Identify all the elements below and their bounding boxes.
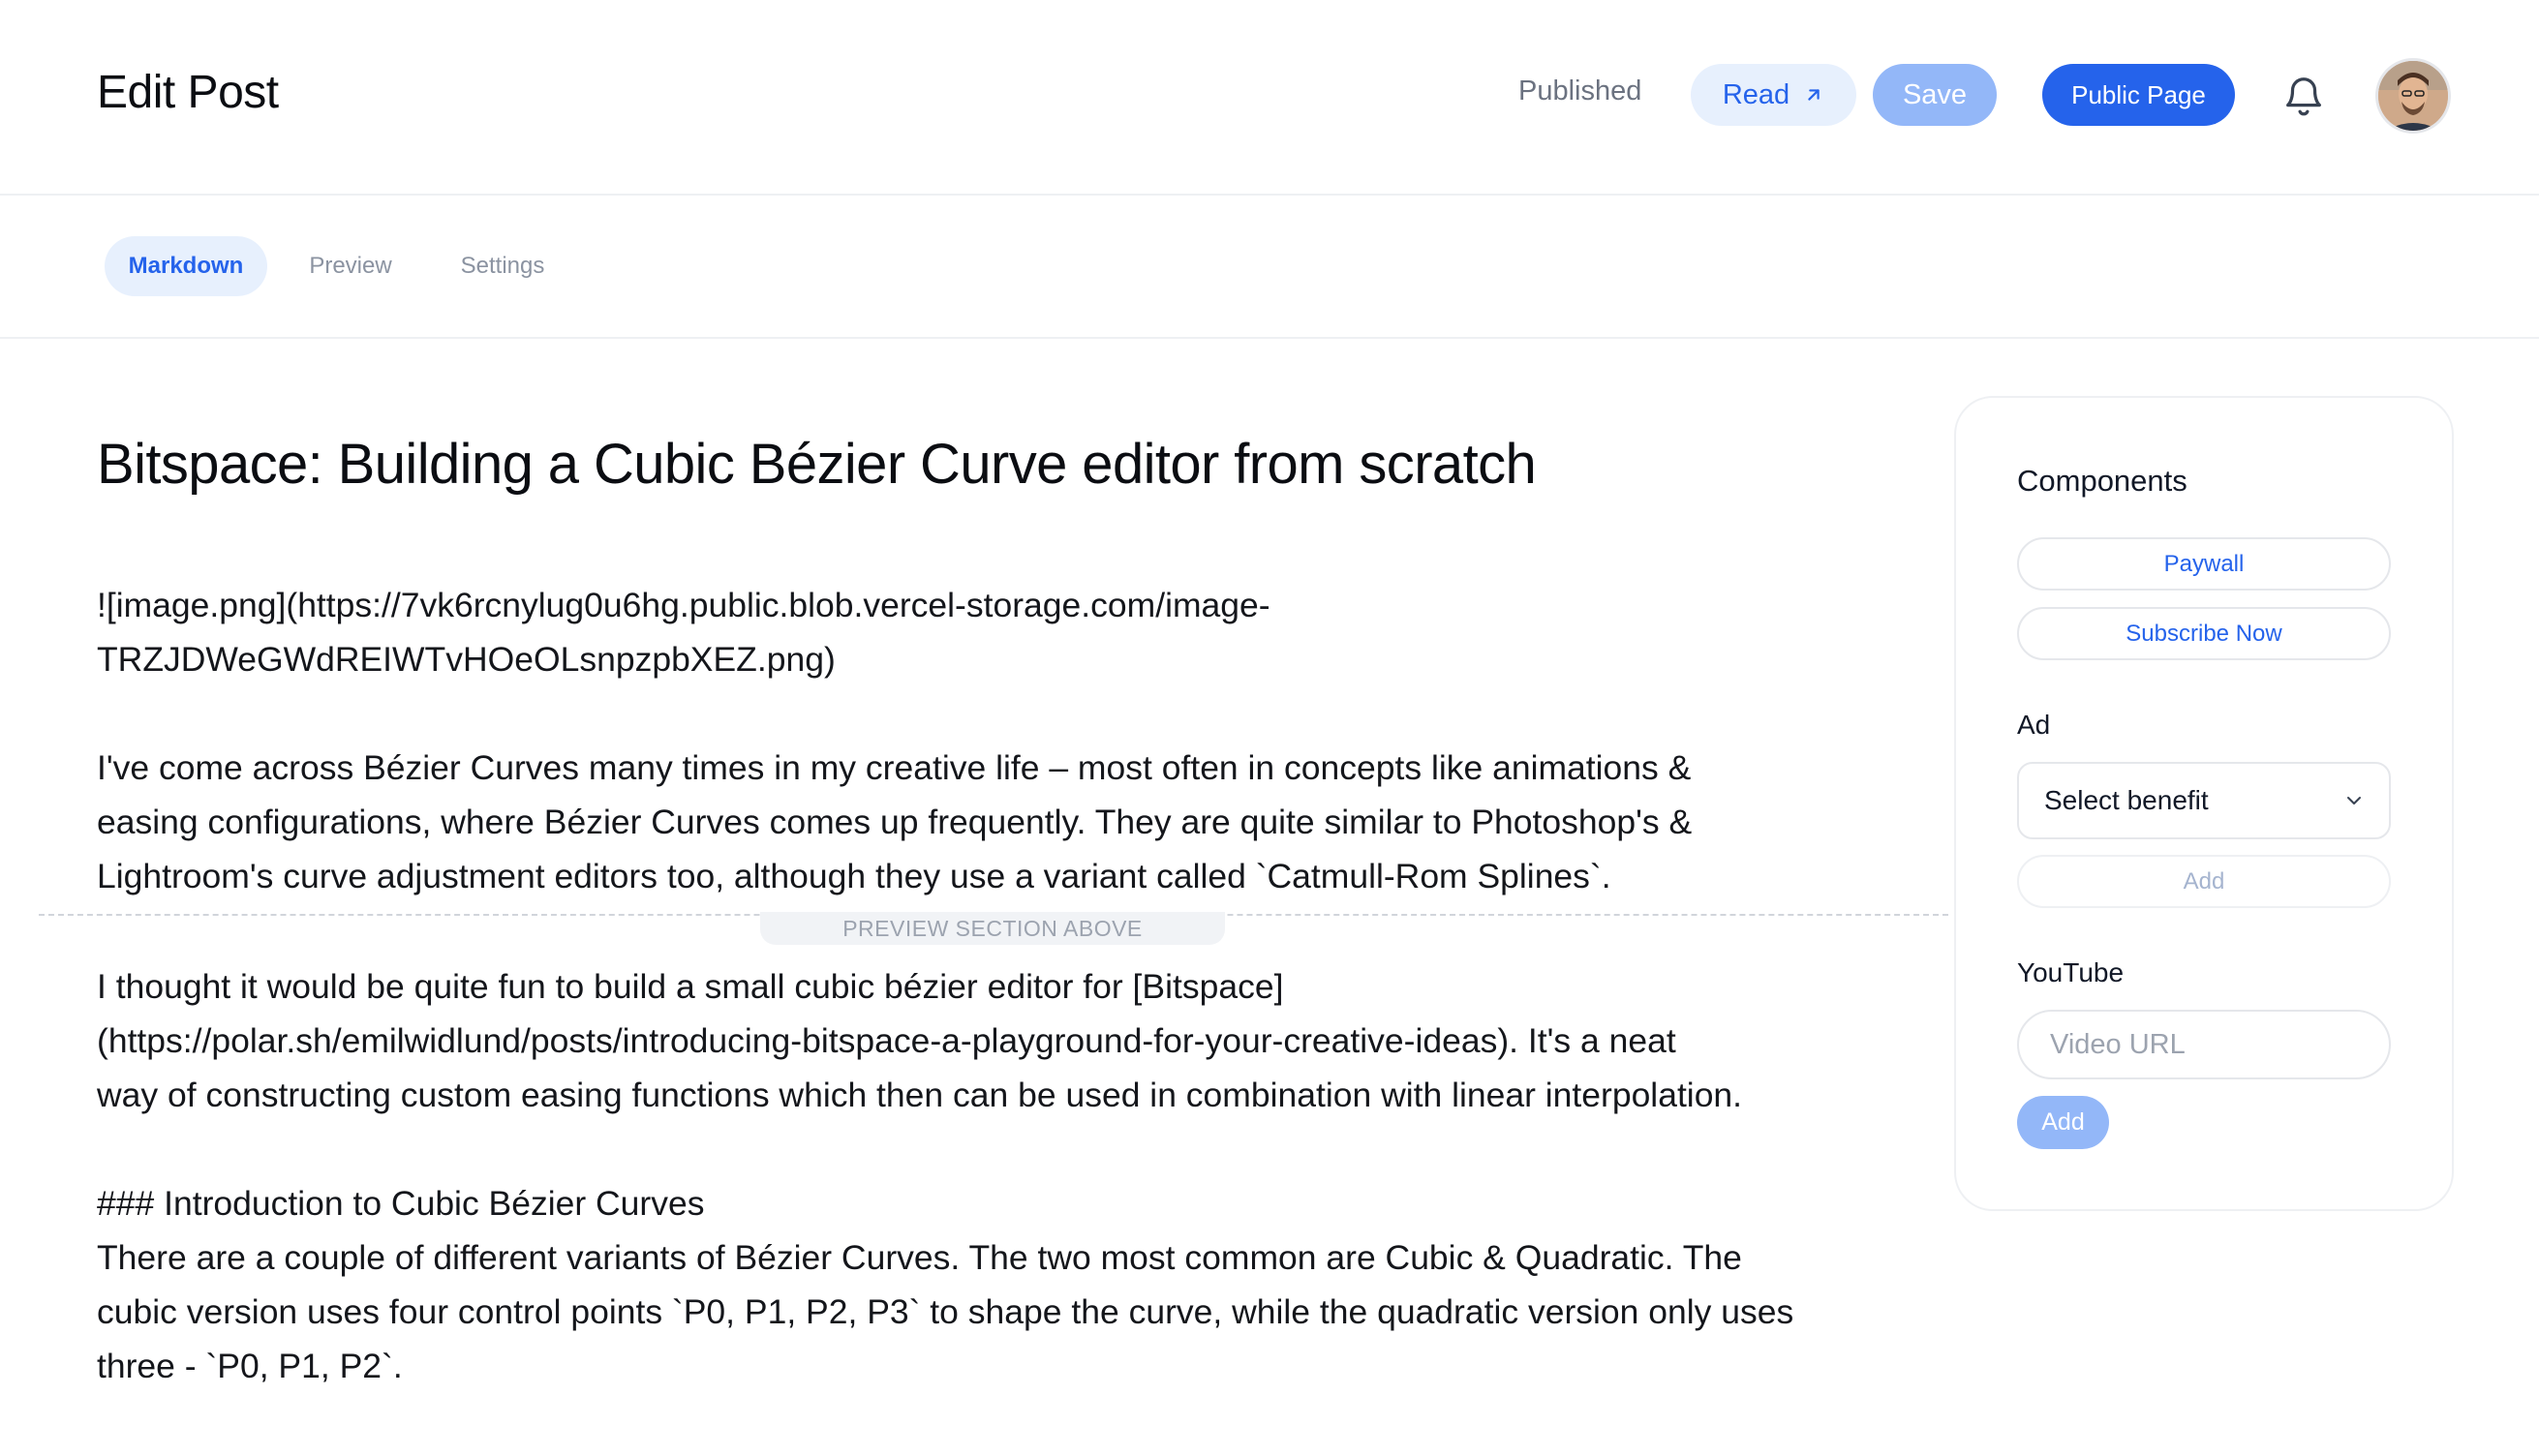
paywall-button[interactable]: Paywall	[2017, 537, 2391, 591]
text-line: Lightroom's curve adjustment editors too…	[97, 857, 1611, 895]
markdown-editor-top[interactable]: ![image.png](https://7vk6rcnylug0u6hg.pu…	[97, 578, 1937, 686]
tab-markdown[interactable]: Markdown	[105, 236, 267, 296]
status-label: Published	[1518, 76, 1642, 106]
tab-settings[interactable]: Settings	[434, 236, 571, 296]
read-button-label: Read	[1722, 78, 1790, 110]
preview-divider-label: PREVIEW SECTION ABOVE	[760, 912, 1225, 945]
youtube-label: YouTube	[2017, 957, 2125, 987]
text-line: There are a couple of different variants…	[97, 1238, 1742, 1277]
benefit-select-value: Select benefit	[2044, 785, 2209, 815]
text-line: (https://polar.sh/emilwidlund/posts/intr…	[97, 1021, 1676, 1060]
text-line: I thought it would be quite fun to build…	[97, 967, 1284, 1006]
save-button[interactable]: Save	[1873, 64, 1997, 126]
video-url-input[interactable]: Video URL	[2017, 1010, 2391, 1079]
avatar-image	[2378, 61, 2448, 131]
read-button[interactable]: Read	[1691, 64, 1856, 126]
chevron-down-icon	[2347, 797, 2361, 804]
paragraph[interactable]: I've come across Bézier Curves many time…	[97, 741, 1937, 903]
text-line: ![image.png](https://7vk6rcnylug0u6hg.pu…	[97, 586, 1270, 624]
bell-icon[interactable]	[2281, 74, 2326, 118]
tab-preview[interactable]: Preview	[291, 236, 411, 296]
text-line: three - `P0, P1, P2`.	[97, 1347, 403, 1385]
components-sidebar: Components Paywall Subscribe Now Ad Sele…	[1954, 396, 2454, 1211]
avatar[interactable]	[2375, 58, 2451, 134]
youtube-add-button[interactable]: Add	[2017, 1096, 2109, 1149]
subscribe-now-button[interactable]: Subscribe Now	[2017, 607, 2391, 660]
text-line: I've come across Bézier Curves many time…	[97, 748, 1692, 787]
text-line: TRZJDWeGWdREIWTvHOeOLsnpzpbXEZ.png)	[97, 640, 836, 679]
text-line-heading: ### Introduction to Cubic Bézier Curves	[97, 1184, 705, 1223]
public-page-button[interactable]: Public Page	[2042, 64, 2235, 126]
top-bar: Edit Post Published Read Save Public Pag…	[0, 0, 2539, 196]
paragraph[interactable]: I thought it would be quite fun to build…	[97, 959, 1937, 1122]
page-title: Edit Post	[97, 67, 279, 118]
text-line: way of constructing custom easing functi…	[97, 1076, 1743, 1114]
text-line: easing configurations, where Bézier Curv…	[97, 803, 1693, 841]
editor-tabs: Markdown Preview Settings	[0, 196, 2539, 339]
ad-label: Ad	[2017, 710, 2051, 740]
text-line: cubic version uses four control points `…	[97, 1292, 1794, 1331]
post-title-input[interactable]: Bitspace: Building a Cubic Bézier Curve …	[97, 432, 1537, 497]
paragraph[interactable]: ### Introduction to Cubic Bézier Curves …	[97, 1176, 1937, 1393]
arrow-up-right-icon	[1808, 89, 1820, 101]
components-heading: Components	[2017, 464, 2187, 498]
benefit-select[interactable]: Select benefit	[2017, 762, 2391, 839]
ad-add-button[interactable]: Add	[2017, 855, 2391, 908]
